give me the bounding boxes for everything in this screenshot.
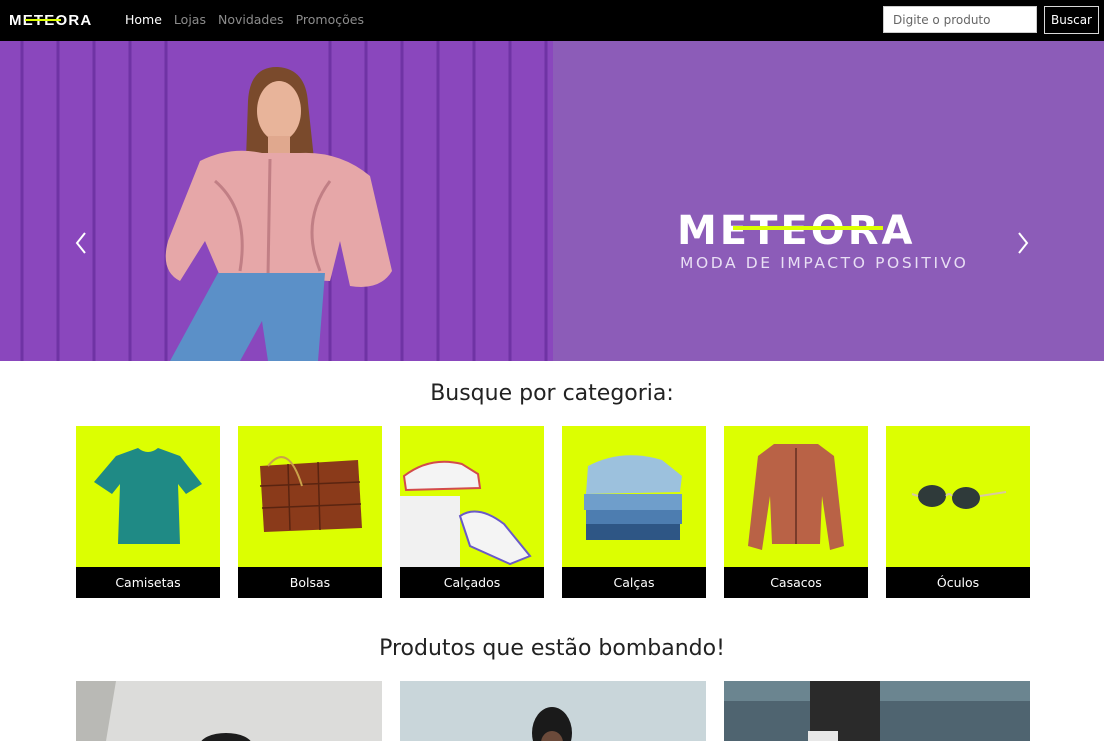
nav-link-home[interactable]: Home: [125, 12, 162, 27]
jeans-image: [562, 426, 706, 567]
product-card[interactable]: [724, 681, 1030, 741]
product-image: [400, 681, 706, 741]
hero-brand-logo: METEORA: [677, 207, 982, 254]
category-label: Óculos: [886, 567, 1030, 598]
category-card-casacos[interactable]: Casacos: [724, 426, 868, 598]
nav-link-lojas[interactable]: Lojas: [174, 12, 206, 27]
carousel-prev-button[interactable]: [71, 229, 93, 257]
brand-logo[interactable]: METEORA: [9, 12, 105, 32]
chevron-right-icon: [1018, 232, 1029, 254]
product-card[interactable]: [400, 681, 706, 741]
search-button[interactable]: Buscar: [1044, 6, 1099, 34]
sneakers-image: [400, 426, 544, 567]
product-image: [76, 681, 382, 741]
nav-links: Home Lojas Novidades Promoções: [125, 12, 364, 27]
product-image: [724, 681, 1030, 741]
hero-tagline: MODA DE IMPACTO POSITIVO: [680, 254, 969, 272]
bag-image: [238, 426, 382, 567]
category-card-calcas[interactable]: Calças: [562, 426, 706, 598]
hero-carousel: METEORA MODA DE IMPACTO POSITIVO: [0, 41, 1104, 361]
product-card[interactable]: [76, 681, 382, 741]
category-label: Calças: [562, 567, 706, 598]
tshirt-image: [76, 426, 220, 567]
category-label: Calçados: [400, 567, 544, 598]
chevron-left-icon: [75, 232, 86, 254]
nav-link-promocoes[interactable]: Promoções: [296, 12, 364, 27]
nav-link-novidades[interactable]: Novidades: [218, 12, 284, 27]
products-title: Produtos que estão bombando!: [379, 636, 725, 661]
top-navbar: METEORA Home Lojas Novidades Promoções B…: [0, 0, 1104, 41]
category-card-bolsas[interactable]: Bolsas: [238, 426, 382, 598]
category-label: Casacos: [724, 567, 868, 598]
category-label: Camisetas: [76, 567, 220, 598]
sunglasses-image: [886, 426, 1030, 567]
search-input[interactable]: [883, 6, 1037, 33]
categories-title: Busque por categoria:: [430, 381, 674, 406]
category-card-oculos[interactable]: Óculos: [886, 426, 1030, 598]
carousel-next-button[interactable]: [1012, 229, 1034, 257]
jacket-image: [724, 426, 868, 567]
category-card-camisetas[interactable]: Camisetas: [76, 426, 220, 598]
category-label: Bolsas: [238, 567, 382, 598]
category-card-calcados[interactable]: Calçados: [400, 426, 544, 598]
hero-model-image: [0, 41, 553, 361]
